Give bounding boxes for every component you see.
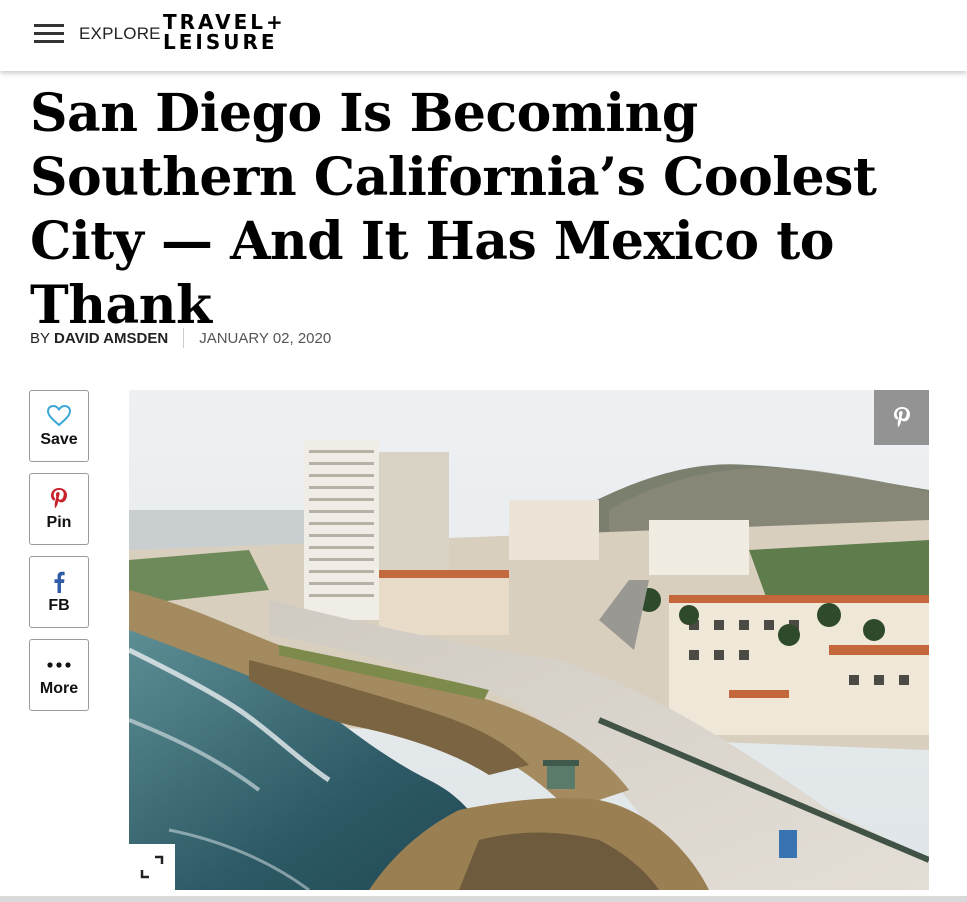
pin-label: Pin (46, 514, 72, 531)
site-logo[interactable]: TRAVEL+ LEISURE (163, 12, 286, 52)
facebook-icon (53, 569, 65, 595)
author-link[interactable]: DAVID AMSDEN (54, 330, 168, 347)
facebook-button[interactable]: FB (29, 556, 89, 628)
explore-link[interactable]: EXPLORE (79, 24, 161, 44)
pin-button[interactable]: Pin (29, 473, 89, 545)
byline-divider (183, 328, 185, 348)
hero-image[interactable] (129, 390, 929, 890)
site-header: EXPLORE TRAVEL+ LEISURE (0, 0, 967, 71)
more-label: More (39, 680, 79, 697)
image-pin-button[interactable] (874, 390, 929, 445)
pinterest-icon (50, 486, 68, 512)
more-dots-icon (47, 652, 71, 678)
logo-line-2: LEISURE (163, 30, 278, 54)
byline-prefix: BY (30, 329, 51, 347)
expand-image-button[interactable] (129, 844, 175, 890)
logo-line-1: TRAVEL+ (163, 10, 286, 34)
hero-photo (129, 390, 929, 890)
menu-icon[interactable] (34, 24, 64, 44)
save-label: Save (40, 431, 78, 448)
share-rail: Save Pin FB More (29, 390, 89, 722)
save-button[interactable]: Save (29, 390, 89, 462)
heart-icon (47, 403, 71, 429)
fb-label: FB (48, 597, 70, 614)
more-button[interactable]: More (29, 639, 89, 711)
byline: BY DAVID AMSDEN JANUARY 02, 2020 (30, 328, 331, 348)
article-headline: San Diego Is Becoming Southern Californi… (30, 83, 877, 336)
bottom-divider (0, 896, 967, 902)
publish-date: JANUARY 02, 2020 (199, 329, 332, 347)
expand-icon (140, 855, 164, 879)
pinterest-icon (893, 406, 910, 427)
